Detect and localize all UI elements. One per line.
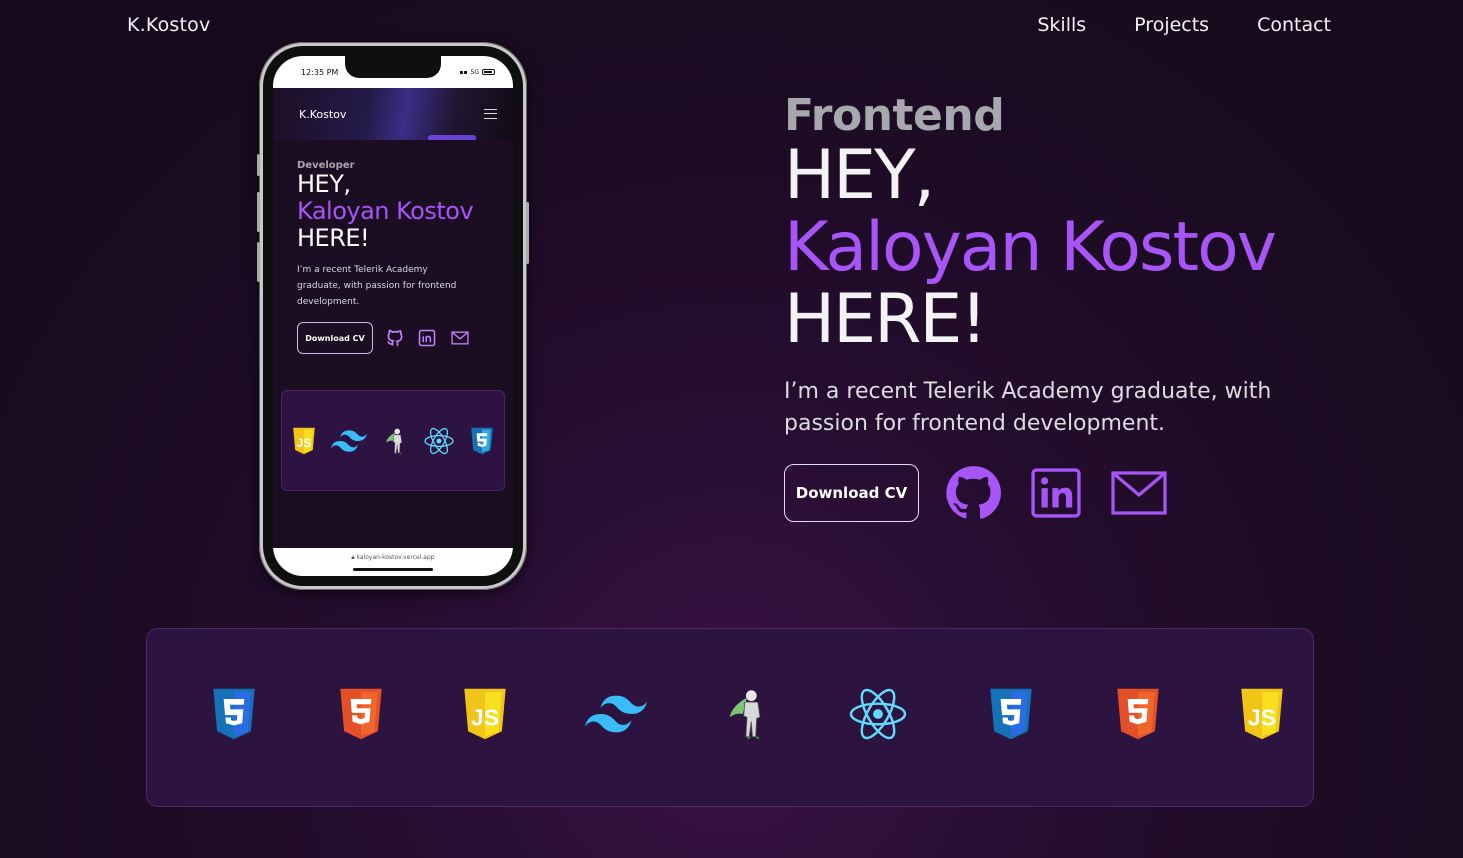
phone-actions: Download CV [297, 322, 513, 354]
tailwind-icon [585, 695, 647, 733]
github-icon [387, 329, 403, 346]
phone-side-button [526, 202, 529, 264]
phone-url: kaloyan-kostov.vercel.app [356, 554, 435, 561]
hero-subtitle: Frontend [784, 90, 1005, 141]
phone-status-bar: 12:35 PM ▪▪ 5G [273, 56, 513, 88]
mail-icon [451, 331, 469, 345]
lock-icon: 🔒︎ [351, 554, 355, 561]
tech-strip: JS JS [146, 628, 1314, 807]
phone-side-button [257, 192, 260, 232]
top-nav: Skills Projects Contact [1037, 14, 1331, 36]
svg-text:JS: JS [471, 705, 499, 731]
signal-icon: ▪▪ [459, 68, 468, 76]
react-icon [849, 688, 907, 740]
battery-icon [482, 69, 495, 75]
css3-icon [471, 427, 494, 454]
hero-description: I’m a recent Telerik Academy graduate, w… [784, 379, 1272, 436]
email-link[interactable] [1111, 470, 1167, 516]
phone-url-bar: 🔒︎ kaloyan-kostov.vercel.app [273, 548, 513, 576]
github-icon [946, 466, 1001, 519]
phone-brand: K.Kostov [299, 107, 347, 121]
phone-name: Kaloyan Kostov [297, 197, 474, 225]
phone-mockup: 12:35 PM ▪▪ 5G K.Kostov Developer HEY, K… [257, 42, 529, 590]
nav-link-projects[interactable]: Projects [1134, 14, 1209, 36]
hero-greeting: HEY, [784, 136, 935, 215]
css3-icon [213, 688, 255, 740]
phone-screen: 12:35 PM ▪▪ 5G K.Kostov Developer HEY, K… [273, 56, 513, 576]
phone-side-button [257, 154, 260, 176]
svg-text:JS: JS [296, 436, 311, 450]
mail-icon [1111, 471, 1167, 515]
phone-signal-indicators: ▪▪ 5G [459, 69, 495, 76]
linkedin-icon [1031, 468, 1081, 518]
phone-description: I’m a recent Telerik Academy graduate, w… [297, 265, 457, 307]
css3-icon [990, 688, 1032, 740]
nav-link-contact[interactable]: Contact [1257, 14, 1331, 36]
js-icon: JS [464, 688, 506, 740]
phone-tech-strip: JS [281, 390, 505, 491]
hero-actions: Download CV [784, 464, 1284, 522]
github-link[interactable] [945, 465, 1001, 521]
linkedin-link[interactable] [1027, 464, 1085, 522]
js-icon: JS [292, 427, 315, 454]
linkedin-icon [418, 329, 436, 347]
hero-here: HERE! [784, 280, 988, 359]
brand-logo[interactable]: K.Kostov [127, 14, 210, 36]
phone-hero: Developer HEY, Kaloyan Kostov HERE! I’m … [273, 140, 513, 354]
hero-name: Kaloyan Kostov [784, 208, 1277, 287]
phone-header: K.Kostov [273, 88, 513, 140]
phone-side-button [257, 242, 260, 282]
js-icon: JS [1241, 688, 1283, 740]
phone-network: 5G [470, 68, 479, 76]
phone-notch [345, 56, 441, 78]
react-icon [424, 427, 454, 454]
hamburger-menu-icon [484, 109, 497, 119]
supabase-hero-icon [729, 690, 761, 740]
phone-here: HERE! [297, 224, 370, 252]
download-cv-button[interactable]: Download CV [784, 464, 919, 522]
hero-section: Frontend HEY, Kaloyan Kostov HERE! I’m a… [784, 92, 1284, 522]
html5-icon [1117, 688, 1159, 740]
nav-link-skills[interactable]: Skills [1037, 14, 1086, 36]
phone-greeting: HEY, [297, 170, 351, 198]
svg-text:JS: JS [1248, 705, 1276, 731]
phone-bezel: 12:35 PM ▪▪ 5G K.Kostov Developer HEY, K… [263, 46, 523, 586]
phone-time: 12:35 PM [301, 67, 339, 77]
phone-download-cv-button: Download CV [297, 322, 373, 354]
supabase-hero-icon [386, 428, 402, 454]
html5-icon [340, 688, 382, 740]
tailwind-icon [330, 429, 367, 452]
